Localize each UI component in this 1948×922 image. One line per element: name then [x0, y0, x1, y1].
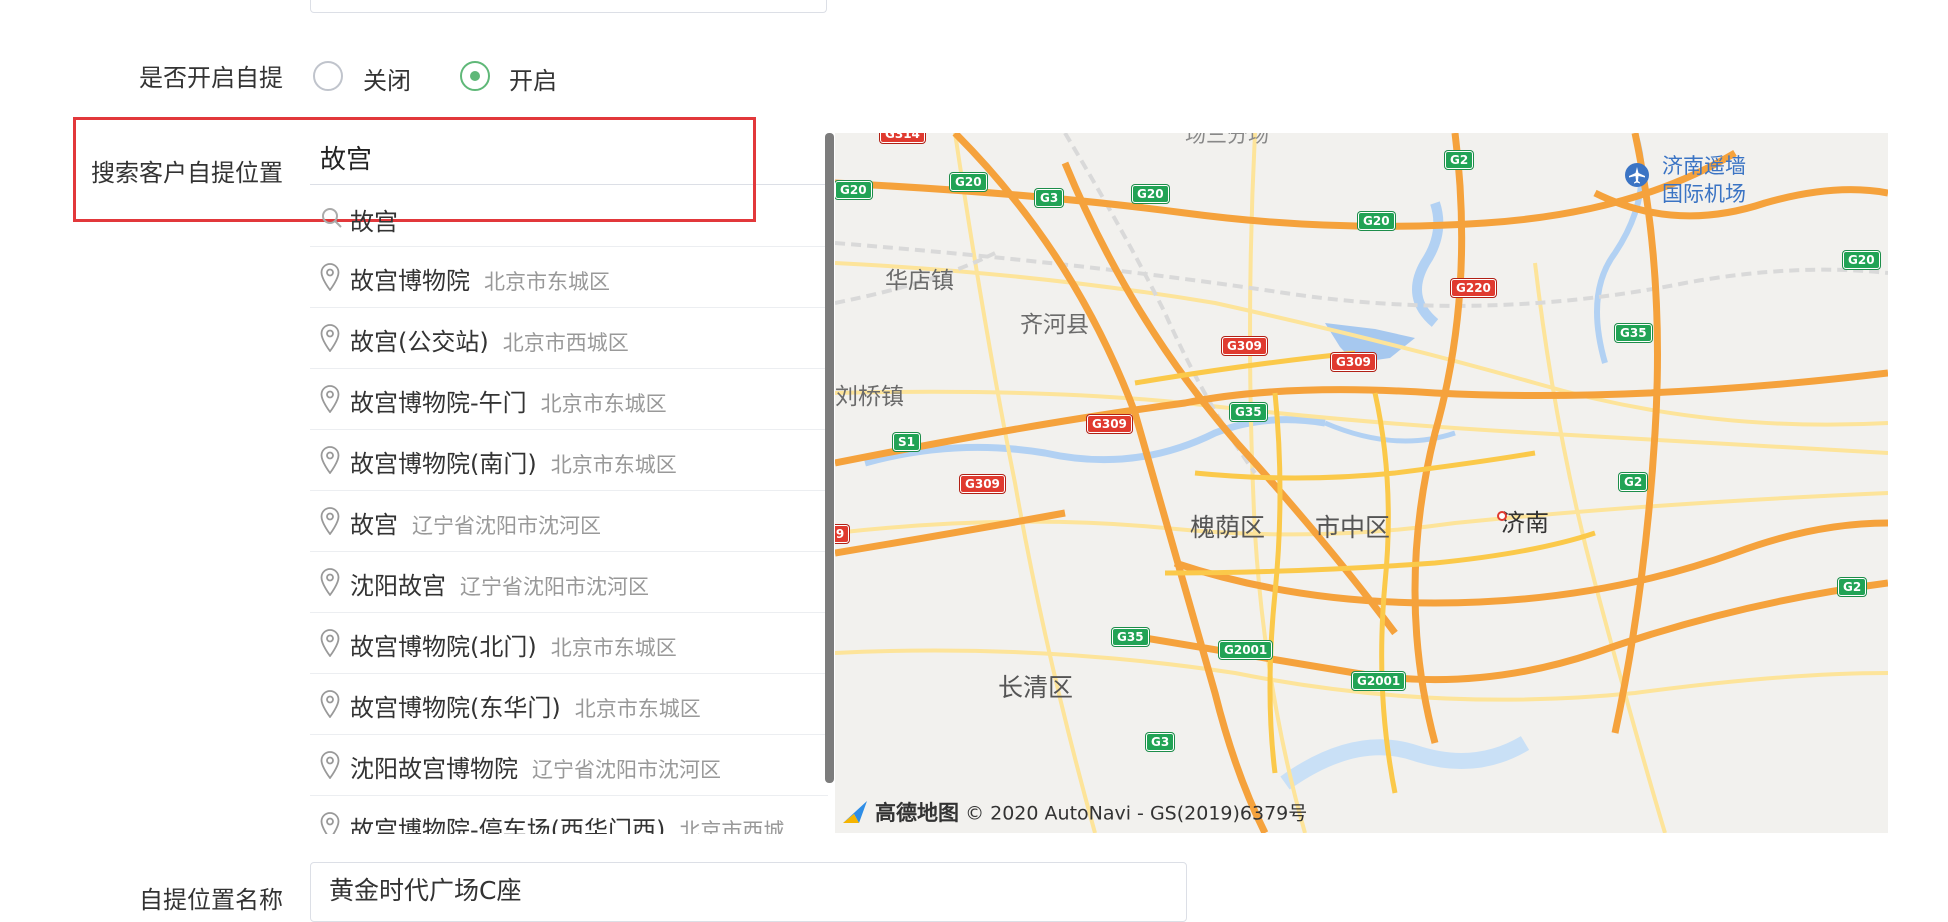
location-pin-icon	[320, 629, 340, 657]
amap-logo-icon	[843, 801, 867, 823]
pickup-name-input[interactable]: 黄金时代广场C座	[310, 862, 1187, 922]
place-label: 华店镇	[885, 268, 954, 294]
district-label: 槐荫区	[1190, 513, 1266, 542]
map-view[interactable]: 华店镇 齐河县 刘桥镇 槐荫区 市中区 长清区 济南 场三分场 济南遥墙 国际机…	[835, 133, 1888, 833]
suggestion-item[interactable]: 故宫博物院(东华门) 北京市东城区	[310, 674, 828, 735]
suggestion-address: 北京市东城区	[540, 392, 667, 416]
highway-shield: G3	[1035, 189, 1064, 207]
suggestion-name: 沈阳故宫博物院	[350, 755, 518, 783]
highway-shield: G2	[1619, 473, 1648, 491]
highway-shield: G35	[1112, 628, 1149, 646]
suggestion-item[interactable]: 故宫博物院(北门) 北京市东城区	[310, 613, 828, 674]
highway-shield: G309	[1331, 353, 1376, 371]
location-pin-icon	[320, 324, 340, 352]
suggestion-address: 北京市东城区	[484, 270, 610, 294]
highway-shield: G20	[1843, 251, 1880, 269]
highway-shield: S1	[893, 433, 920, 451]
radio-on-label[interactable]: 开启	[509, 61, 557, 96]
suggestion-address: 北京市东城区	[550, 636, 677, 660]
location-pin-icon	[320, 690, 340, 718]
location-pin-icon	[320, 385, 340, 413]
suggestion-name: 故宫(公交站)	[350, 328, 489, 356]
highway-shield: G309	[1087, 415, 1132, 433]
suggestion-query-text: 故宫	[350, 208, 398, 236]
place-label: 齐河县	[1020, 312, 1089, 338]
highway-shield: G9	[835, 525, 850, 543]
airport-name-line1: 济南遥墙	[1662, 154, 1746, 178]
highway-shield: G2	[1445, 151, 1474, 169]
highway-shield: G20	[1132, 185, 1169, 203]
district-label: 市中区	[1315, 513, 1391, 542]
suggestion-item[interactable]: 故宫 辽宁省沈阳市沈河区	[310, 491, 828, 552]
suggestion-address: 北京市西城	[679, 819, 785, 834]
previous-field-input[interactable]	[310, 0, 827, 13]
airport-label: 济南遥墙 国际机场	[1662, 152, 1746, 208]
highway-shield: G314	[880, 133, 925, 143]
suggestion-item[interactable]: 故宫博物院(南门) 北京市东城区	[310, 430, 828, 491]
location-pin-icon	[320, 751, 340, 779]
suggestion-name: 故宫博物院(南门)	[350, 450, 537, 478]
suggestion-query-row[interactable]: 故宫	[310, 186, 828, 247]
suggestion-name: 故宫博物院(北门)	[350, 633, 537, 661]
suggestion-address: 辽宁省沈阳市沈河区	[412, 514, 601, 538]
airport-name-line2: 国际机场	[1662, 182, 1746, 206]
highway-shield: G309	[960, 475, 1005, 493]
suggestion-scrollbar[interactable]	[825, 133, 834, 783]
map-attribution: 高德地图 © 2020 AutoNavi - GS(2019)6379号	[841, 797, 1307, 827]
suggestion-address: 北京市东城区	[574, 697, 701, 721]
highway-shield: G220	[1451, 279, 1496, 297]
location-pin-icon	[320, 568, 340, 596]
suggestion-name: 故宫博物院(东华门)	[350, 694, 561, 722]
location-pin-icon	[320, 507, 340, 535]
highway-shield: G20	[950, 173, 987, 191]
airplane-icon	[1625, 163, 1649, 187]
highway-shield: G2	[1838, 578, 1867, 596]
radio-on[interactable]	[460, 61, 490, 91]
search-icon	[322, 208, 342, 228]
suggestion-address: 北京市东城区	[550, 453, 677, 477]
suggestion-name: 故宫	[350, 511, 398, 539]
suggestion-name: 故宫博物院-午门	[350, 389, 527, 417]
location-pin-icon	[320, 812, 340, 834]
highway-shield: G20	[835, 181, 872, 199]
city-label: 济南	[1501, 509, 1549, 537]
highway-shield: G2001	[1219, 641, 1273, 659]
location-pin-icon	[320, 446, 340, 474]
suggestion-item[interactable]: 故宫(公交站) 北京市西城区	[310, 308, 828, 369]
city-marker-icon	[1497, 511, 1507, 521]
location-pin-icon	[320, 263, 340, 291]
suggestion-name: 故宫博物院-停车场(西华门西)	[350, 816, 666, 834]
highway-shield: G35	[1230, 403, 1267, 421]
place-label: 场三分场	[1185, 133, 1269, 147]
suggestion-address: 北京市西城区	[502, 331, 629, 355]
map-copyright: © 2020 AutoNavi - GS(2019)6379号	[965, 802, 1308, 825]
suggestion-item[interactable]: 沈阳故宫 辽宁省沈阳市沈河区	[310, 552, 828, 613]
highway-shield: G35	[1615, 324, 1652, 342]
suggestion-item[interactable]: 沈阳故宫博物院 辽宁省沈阳市沈河区	[310, 735, 828, 796]
district-label: 长清区	[998, 673, 1074, 702]
highway-shield: G2001	[1352, 672, 1406, 690]
pickup-name-label: 自提位置名称	[139, 886, 283, 914]
highway-shield: G20	[1358, 212, 1395, 230]
highway-shield: G309	[1222, 337, 1267, 355]
suggestion-name: 沈阳故宫	[350, 572, 446, 600]
suggestion-item[interactable]: 故宫博物院-停车场(西华门西) 北京市西城	[310, 796, 828, 834]
amap-brand: 高德地图	[875, 801, 960, 825]
suggestion-name: 故宫博物院	[350, 267, 470, 295]
highway-shield: G3	[1146, 733, 1175, 751]
suggestion-item[interactable]: 故宫博物院 北京市东城区	[310, 247, 828, 308]
suggestion-item[interactable]: 故宫博物院-午门 北京市东城区	[310, 369, 828, 430]
radio-off-label[interactable]: 关闭	[363, 61, 411, 96]
self-pickup-label: 是否开启自提	[139, 64, 283, 92]
radio-off[interactable]	[313, 61, 343, 91]
suggestion-address: 辽宁省沈阳市沈河区	[460, 575, 649, 599]
suggestion-address: 辽宁省沈阳市沈河区	[532, 758, 721, 782]
place-label: 刘桥镇	[835, 384, 904, 410]
